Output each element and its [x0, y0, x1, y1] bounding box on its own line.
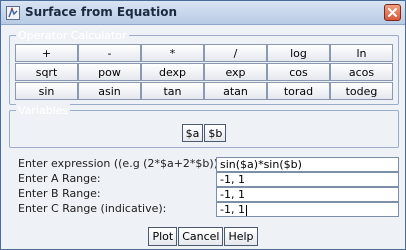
- operator-button-divide[interactable]: /: [204, 44, 267, 62]
- operator-button-dexp[interactable]: dexp: [141, 63, 204, 81]
- operator-button-sqrt[interactable]: sqrt: [15, 63, 78, 81]
- operator-button-grid: + - * / log ln sqrt pow dexp exp cos aco…: [15, 44, 395, 100]
- operator-calculator-label: Operator Calculator: [16, 29, 129, 42]
- operator-button-exp[interactable]: exp: [204, 63, 267, 81]
- c-range-label: Enter C Range (indicative):: [18, 202, 167, 215]
- operator-button-log[interactable]: log: [267, 44, 330, 62]
- surface-from-equation-dialog: Surface from Equation Operator Calculato…: [0, 0, 406, 250]
- operator-button-pow[interactable]: pow: [78, 63, 141, 81]
- operator-button-tan[interactable]: tan: [141, 82, 204, 100]
- expression-label: Enter expression ((e.g (2*$a+2*$b)):: [18, 157, 222, 170]
- variables-label: Variables: [16, 104, 71, 117]
- operator-button-minus[interactable]: -: [78, 44, 141, 62]
- operator-button-ln[interactable]: ln: [330, 44, 393, 62]
- expression-input[interactable]: sin($a)*sin($b): [216, 157, 399, 172]
- cancel-button[interactable]: Cancel: [178, 227, 224, 246]
- close-icon: [388, 8, 397, 17]
- a-range-label: Enter A Range:: [18, 172, 101, 185]
- close-button[interactable]: [384, 4, 401, 21]
- operator-button-torad[interactable]: torad: [267, 82, 330, 100]
- b-range-label: Enter B Range:: [18, 187, 101, 200]
- b-range-input[interactable]: -1, 1: [216, 187, 399, 202]
- window-title: Surface from Equation: [25, 5, 177, 19]
- operator-button-atan[interactable]: atan: [204, 82, 267, 100]
- title-bar[interactable]: Surface from Equation: [1, 1, 405, 25]
- operator-button-todeg[interactable]: todeg: [330, 82, 393, 100]
- variable-buttons: $a $b: [10, 124, 398, 142]
- operator-button-acos[interactable]: acos: [330, 63, 393, 81]
- operator-calculator-group: Operator Calculator + - * / log ln sqrt …: [9, 29, 399, 105]
- c-range-value: -1, 1: [220, 203, 245, 216]
- variables-group: Variables $a $b: [9, 104, 399, 148]
- window-app-icon: [6, 6, 20, 20]
- operator-button-cos[interactable]: cos: [267, 63, 330, 81]
- plot-button[interactable]: Plot: [148, 227, 178, 246]
- text-caret: [245, 204, 247, 216]
- dialog-content: Operator Calculator + - * / log ln sqrt …: [3, 26, 403, 248]
- operator-button-asin[interactable]: asin: [78, 82, 141, 100]
- a-range-input[interactable]: -1, 1: [216, 172, 399, 187]
- dialog-action-buttons: Plot Cancel Help: [1, 227, 405, 246]
- variable-button-a[interactable]: $a: [181, 124, 204, 142]
- help-button[interactable]: Help: [224, 227, 258, 246]
- operator-button-plus[interactable]: +: [15, 44, 78, 62]
- operator-button-multiply[interactable]: *: [141, 44, 204, 62]
- c-range-input[interactable]: -1, 1: [216, 202, 399, 217]
- variable-button-b[interactable]: $b: [204, 124, 227, 142]
- operator-button-sin[interactable]: sin: [15, 82, 78, 100]
